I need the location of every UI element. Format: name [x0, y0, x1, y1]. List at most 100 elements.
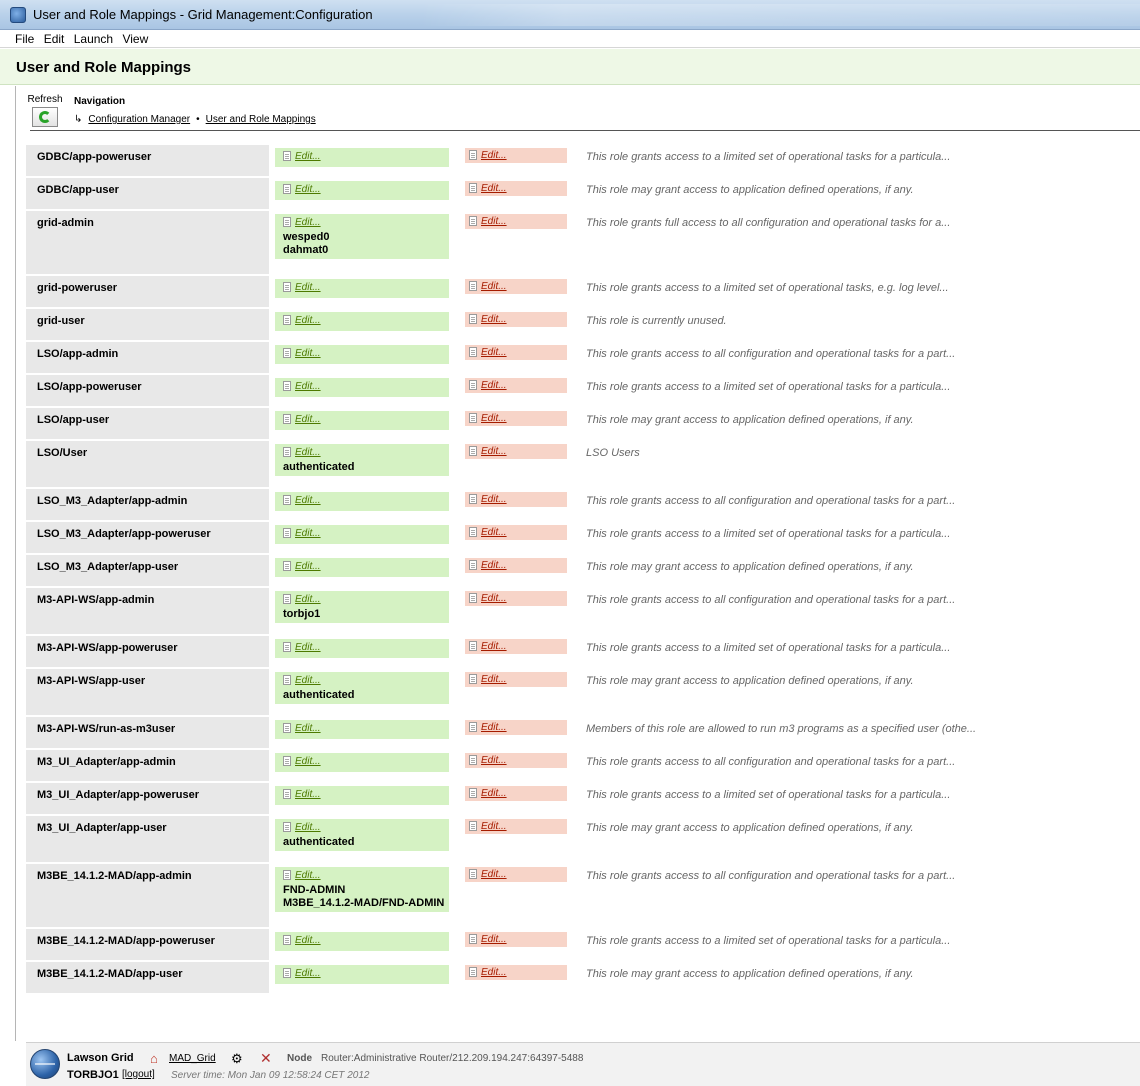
- document-icon: [283, 561, 291, 571]
- menu-file[interactable]: File: [15, 30, 34, 46]
- menu-view[interactable]: View: [122, 30, 148, 46]
- grid-link[interactable]: MAD_Grid: [169, 1053, 216, 1064]
- edit-users-link[interactable]: Edit...: [283, 528, 321, 539]
- edit-groups-link[interactable]: Edit...: [469, 674, 507, 685]
- role-row: M3_UI_Adapter/app-user Edit... authenticat…: [26, 816, 1140, 864]
- menu-launch[interactable]: Launch: [74, 30, 113, 46]
- edit-users-link[interactable]: Edit...: [283, 822, 321, 833]
- edit-groups-link[interactable]: Edit...: [469, 869, 507, 880]
- edit-users-link[interactable]: Edit...: [283, 151, 321, 162]
- document-icon: [283, 381, 291, 391]
- mapped-user: authenticated: [283, 836, 355, 848]
- edit-users-link[interactable]: Edit...: [283, 870, 321, 881]
- edit-groups-link[interactable]: Edit...: [469, 788, 507, 799]
- edit-users-link[interactable]: Edit...: [283, 789, 321, 800]
- breadcrumb-user-role-mappings[interactable]: User and Role Mappings: [206, 114, 316, 125]
- node-tree-icon[interactable]: ⚙: [231, 1051, 243, 1067]
- edit-groups-label: Edit...: [481, 526, 507, 538]
- groups-cell: Edit...: [465, 378, 567, 393]
- lawson-grid-globe-icon: [30, 1049, 60, 1079]
- edit-users-label: Edit...: [295, 314, 321, 326]
- edit-groups-link[interactable]: Edit...: [469, 934, 507, 945]
- edit-groups-label: Edit...: [481, 182, 507, 194]
- edit-groups-link[interactable]: Edit...: [469, 494, 507, 505]
- role-description: This role grants access to all configura…: [586, 756, 956, 768]
- role-description: This role grants access to a limited set…: [586, 282, 949, 294]
- users-cell: Edit...: [275, 148, 449, 167]
- role-description: This role grants full access to all conf…: [586, 217, 951, 229]
- role-row: LSO_M3_Adapter/app-admin Edit... Edit... Th…: [26, 489, 1140, 522]
- edit-users-link[interactable]: Edit...: [283, 348, 321, 359]
- refresh-button[interactable]: [32, 107, 58, 127]
- edit-users-link[interactable]: Edit...: [283, 561, 321, 572]
- edit-groups-link[interactable]: Edit...: [469, 722, 507, 733]
- home-icon[interactable]: ⌂: [150, 1051, 158, 1066]
- users-cell: Edit... authenticated: [275, 444, 449, 476]
- edit-users-link[interactable]: Edit...: [283, 447, 321, 458]
- edit-users-link[interactable]: Edit...: [283, 282, 321, 293]
- document-icon: [469, 593, 477, 603]
- edit-users-link[interactable]: Edit...: [283, 594, 321, 605]
- edit-groups-link[interactable]: Edit...: [469, 314, 507, 325]
- document-icon: [469, 821, 477, 831]
- edit-groups-link[interactable]: Edit...: [469, 281, 507, 292]
- document-icon: [469, 281, 477, 291]
- role-row: M3BE_14.1.2-MAD/app-poweruser Edit... Edit…: [26, 929, 1140, 962]
- groups-cell: Edit...: [465, 819, 567, 834]
- edit-users-link[interactable]: Edit...: [283, 184, 321, 195]
- edit-users-link[interactable]: Edit...: [283, 968, 321, 979]
- edit-users-link[interactable]: Edit...: [283, 675, 321, 686]
- role-row: LSO_M3_Adapter/app-user Edit... Edit... Thi…: [26, 555, 1140, 588]
- edit-users-label: Edit...: [295, 722, 321, 734]
- edit-groups-link[interactable]: Edit...: [469, 380, 507, 391]
- edit-groups-link[interactable]: Edit...: [469, 183, 507, 194]
- role-row: M3-API-WS/app-user Edit... authenticated Ed…: [26, 669, 1140, 717]
- edit-users-link[interactable]: Edit...: [283, 642, 321, 653]
- edit-users-link[interactable]: Edit...: [283, 756, 321, 767]
- edit-groups-link[interactable]: Edit...: [469, 755, 507, 766]
- edit-groups-link[interactable]: Edit...: [469, 347, 507, 358]
- users-cell: Edit... authenticated: [275, 819, 449, 851]
- edit-groups-link[interactable]: Edit...: [469, 413, 507, 424]
- role-name: LSO/User: [37, 447, 88, 459]
- footer-username: TORBJO1: [67, 1069, 119, 1081]
- role-row: M3_UI_Adapter/app-admin Edit... Edit... Thi…: [26, 750, 1140, 783]
- edit-groups-link[interactable]: Edit...: [469, 560, 507, 571]
- groups-cell: Edit...: [465, 525, 567, 540]
- edit-users-link[interactable]: Edit...: [283, 414, 321, 425]
- edit-groups-link[interactable]: Edit...: [469, 527, 507, 538]
- edit-groups-label: Edit...: [481, 787, 507, 799]
- edit-users-link[interactable]: Edit...: [283, 495, 321, 506]
- users-cell: Edit...: [275, 279, 449, 298]
- users-cell: Edit...: [275, 786, 449, 805]
- menu-edit[interactable]: Edit: [44, 30, 65, 46]
- edit-users-link[interactable]: Edit...: [283, 217, 321, 228]
- edit-users-link[interactable]: Edit...: [283, 315, 321, 326]
- edit-users-label: Edit...: [295, 347, 321, 359]
- document-icon: [283, 282, 291, 292]
- breadcrumb: ↳ Configuration Manager • User and Role Map…: [74, 114, 316, 125]
- role-row: M3-API-WS/run-as-m3user Edit... Edit... Mem…: [26, 717, 1140, 750]
- role-name: GDBC/app-user: [37, 184, 119, 196]
- edit-groups-link[interactable]: Edit...: [469, 641, 507, 652]
- role-name: M3-API-WS/app-admin: [37, 594, 155, 606]
- role-name: LSO/app-user: [37, 414, 110, 426]
- page-title: User and Role Mappings: [16, 59, 192, 76]
- edit-groups-label: Edit...: [481, 412, 507, 424]
- breadcrumb-configuration-manager[interactable]: Configuration Manager: [88, 114, 190, 125]
- role-name-cell: M3BE_14.1.2-MAD/app-poweruser: [26, 929, 269, 960]
- document-icon: [469, 413, 477, 423]
- edit-users-label: Edit...: [295, 216, 321, 228]
- edit-groups-link[interactable]: Edit...: [469, 216, 507, 227]
- edit-groups-link[interactable]: Edit...: [469, 446, 507, 457]
- edit-groups-link[interactable]: Edit...: [469, 821, 507, 832]
- document-icon: [469, 934, 477, 944]
- edit-users-link[interactable]: Edit...: [283, 381, 321, 392]
- edit-groups-link[interactable]: Edit...: [469, 150, 507, 161]
- logout-link[interactable]: [logout]: [122, 1069, 155, 1080]
- tools-icon[interactable]: ✕: [260, 1050, 272, 1067]
- edit-users-link[interactable]: Edit...: [283, 723, 321, 734]
- edit-groups-link[interactable]: Edit...: [469, 593, 507, 604]
- edit-users-link[interactable]: Edit...: [283, 935, 321, 946]
- edit-groups-link[interactable]: Edit...: [469, 967, 507, 978]
